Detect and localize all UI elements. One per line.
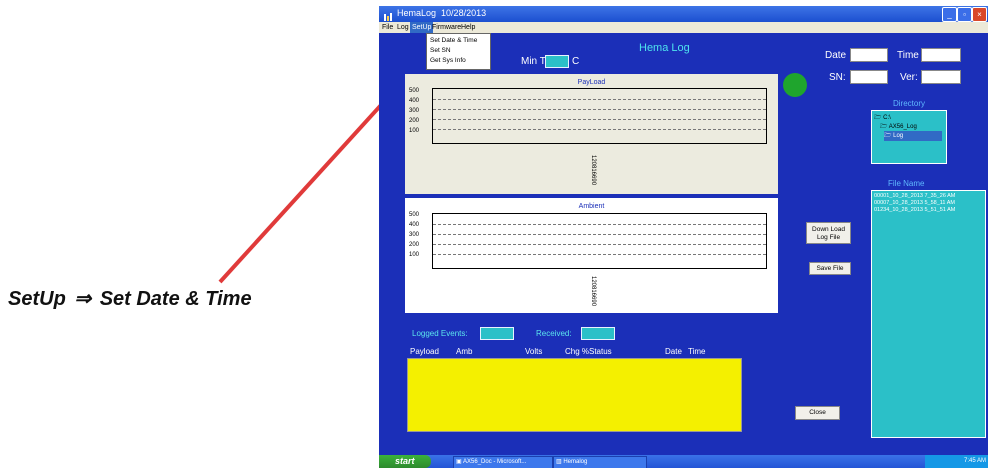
file-list-item[interactable]: 01234_10_28_2013 5_51_51 AM [874, 207, 955, 213]
sn-label: SN: [829, 72, 846, 83]
save-file-button[interactable]: Save File [809, 262, 851, 275]
menu-item-set-sn[interactable]: Set SN [430, 47, 451, 54]
sn-field[interactable] [850, 70, 888, 84]
folder-icon: 🗁 [880, 124, 888, 130]
grid-line [433, 224, 766, 225]
time-field[interactable] [921, 48, 961, 62]
app-icon [383, 9, 393, 21]
payload-axis-label: 120816690 [590, 155, 596, 186]
ver-label: Ver: [900, 72, 918, 83]
logged-events-field[interactable] [480, 327, 514, 340]
payload-tick: 500 [409, 88, 420, 94]
taskbar-item-label: Hemalog [563, 459, 588, 465]
menu-item-get-sys-info[interactable]: Get Sys Info [430, 57, 466, 64]
min-t-field[interactable] [545, 55, 569, 68]
ambient-plot-area [432, 213, 767, 269]
payload-title: PayLoad [577, 79, 606, 86]
start-button[interactable]: start [379, 455, 431, 468]
download-log-button[interactable]: Down Load Log File [806, 222, 851, 244]
ambient-tick: 100 [409, 252, 420, 258]
grid-line [433, 129, 766, 130]
taskbar-item-hemalog[interactable]: ▥ Hemalog [553, 456, 647, 468]
date-field[interactable] [850, 48, 888, 62]
setup-dropdown: Set Date & Time Set SN Get Sys Info [426, 33, 491, 70]
word-icon: ▣ [456, 459, 462, 465]
payload-tick: 300 [409, 108, 420, 114]
dir-item-label: C:\ [883, 115, 891, 121]
grid-line [433, 244, 766, 245]
dir-item-selected[interactable]: 🗁 Log [884, 131, 942, 141]
logged-events-label: Logged Events: [412, 329, 468, 338]
status-indicator [783, 73, 807, 97]
folder-open-icon: 🗁 [884, 133, 892, 139]
dir-item-label: AX56_Log [888, 124, 917, 130]
ambient-tick: 500 [409, 212, 420, 218]
grid-line [433, 99, 766, 100]
received-label: Received: [536, 329, 572, 338]
taskbar: start ▣ AX56_Doc - Microsoft... ▥ Hemalo… [379, 455, 988, 468]
ver-field[interactable] [921, 70, 961, 84]
payload-tick: 400 [409, 98, 420, 104]
menu-bar: File Log SetUp Firmware Help [379, 22, 988, 33]
date-label: Date [825, 50, 847, 61]
hemalog-window: HemaLog 10/28/2013 _ ▫ × File Log SetUp … [379, 6, 988, 468]
dir-item-label: Log [893, 133, 904, 139]
directory-tree[interactable]: 🗁 C:\ 🗁 AX56_Log 🗁 Log [871, 110, 947, 164]
app-heading: Hema Log [639, 42, 690, 54]
payload-panel: PayLoad 500 400 300 200 100 120816690 [405, 74, 778, 194]
taskbar-item-word[interactable]: ▣ AX56_Doc - Microsoft... [453, 456, 553, 468]
col-date: Date [665, 347, 682, 356]
close-button[interactable]: Close [795, 406, 840, 420]
title-bar: HemaLog 10/28/2013 _ ▫ × [379, 6, 988, 22]
menu-help[interactable]: Help [459, 22, 477, 33]
menu-file[interactable]: File [380, 22, 395, 33]
col-chg: Chg % [565, 347, 590, 356]
events-table[interactable] [407, 358, 742, 432]
col-time: Time [688, 347, 706, 356]
directory-label: Directory [893, 99, 926, 108]
grid-line [433, 119, 766, 120]
clock: 7:45 AM [963, 458, 986, 464]
ambient-title: Ambient [578, 203, 605, 210]
col-amb: Amb [456, 347, 473, 356]
received-field[interactable] [581, 327, 615, 340]
ambient-tick: 400 [409, 222, 420, 228]
menu-log[interactable]: Log [395, 22, 411, 33]
menu-item-set-date-time[interactable]: Set Date & Time [430, 37, 477, 44]
time-label: Time [897, 50, 919, 61]
col-volts: Volts [525, 347, 543, 356]
title-date: 10/28/2013 [441, 8, 487, 18]
payload-tick: 100 [409, 128, 420, 134]
grid-line [433, 254, 766, 255]
file-name-label: File Name [888, 179, 925, 188]
close-window-button[interactable]: × [972, 7, 987, 22]
minimize-button[interactable]: _ [942, 7, 957, 22]
col-status: Status [589, 347, 612, 356]
min-t-label: Min T [521, 56, 546, 67]
ambient-axis-label: 120816690 [590, 276, 596, 307]
file-list-item[interactable]: 00001_10_28_2013 7_35_26 AM [874, 193, 955, 199]
file-list-item[interactable]: 00007_10_28_2013 5_58_11 AM [874, 200, 955, 206]
folder-icon: 🗁 [874, 115, 882, 121]
payload-plot-area [432, 88, 767, 144]
payload-tick: 200 [409, 118, 420, 124]
maximize-button[interactable]: ▫ [957, 7, 972, 22]
ambient-tick: 300 [409, 232, 420, 238]
grid-line [433, 109, 766, 110]
ambient-tick: 200 [409, 242, 420, 248]
app-icon-small: ▥ [556, 459, 562, 465]
title-app: HemaLog [397, 8, 437, 18]
min-t-unit: C [572, 56, 580, 67]
grid-line [433, 234, 766, 235]
window-title: HemaLog 10/28/2013 [397, 8, 486, 18]
col-payload: Payload [410, 347, 439, 356]
file-list[interactable]: 00001_10_28_2013 7_35_26 AM 00007_10_28_… [871, 190, 986, 438]
system-tray: 7:45 AM [925, 455, 988, 468]
ambient-panel: Ambient 500 400 300 200 100 120816690 [405, 198, 778, 313]
taskbar-item-label: AX56_Doc - Microsoft... [463, 459, 527, 465]
